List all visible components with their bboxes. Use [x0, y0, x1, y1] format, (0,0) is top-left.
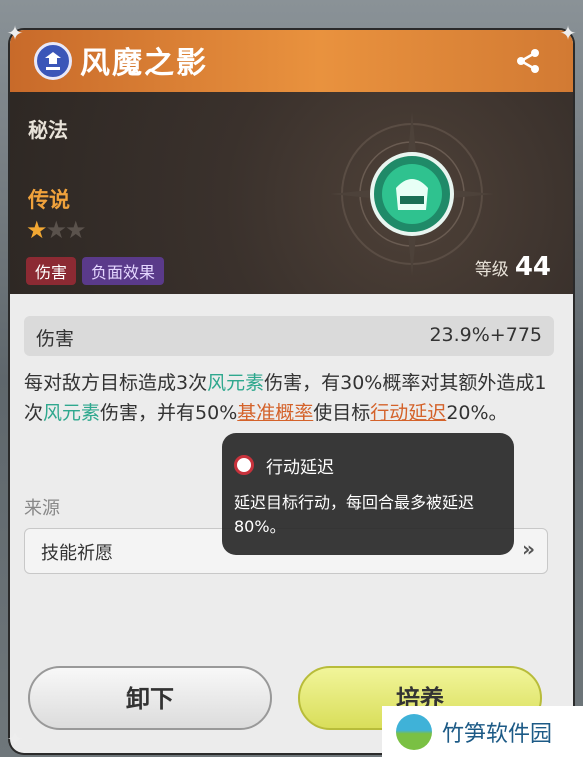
desc-text: 每对敌方目标造成3次: [24, 372, 208, 394]
relic-hero: 秘法 传说 ★★★ 伤害 负面效果 等级 44: [10, 92, 573, 294]
action-delay-icon: [234, 455, 254, 475]
unequip-button[interactable]: 卸下: [28, 666, 272, 730]
stat-row-damage: 伤害 23.9%+775: [24, 316, 554, 356]
desc-text: 伤害，并有50%: [100, 402, 238, 424]
effect-tags: 伤害 负面效果: [26, 257, 170, 285]
rarity-stars: ★★★: [26, 216, 86, 244]
tooltip-body: 延迟目标行动，每回合最多被延迟80%。: [234, 493, 475, 536]
stat-label: 伤害: [36, 328, 75, 350]
relic-compass-art: [330, 112, 494, 276]
arcane-type-icon: [34, 42, 72, 80]
relic-title: 风魔之影: [80, 46, 208, 81]
source-item-label: 技能祈愿: [41, 543, 113, 564]
watermark-logo-icon: [396, 714, 432, 750]
star-empty-icon: ★: [65, 216, 86, 244]
double-chevron-right-icon: »: [522, 537, 535, 561]
keyword-wind: 风元素: [43, 402, 101, 424]
tag-damage: 伤害: [26, 257, 77, 285]
star-filled-icon: ★: [26, 216, 47, 244]
corner-ornament-tl: ✦: [6, 21, 24, 45]
desc-text: 20%。: [446, 402, 508, 424]
level-display: 等级 44: [475, 252, 551, 282]
watermark-text: 竹笋软件园: [442, 722, 553, 747]
corner-ornament-bl: ✦: [6, 727, 24, 751]
relic-description: 每对敌方目标造成3次风元素伤害，有30%概率对其额外造成1次风元素伤害，并有50…: [24, 368, 560, 428]
star-empty-icon: ★: [45, 216, 67, 244]
relic-rarity: 传说: [28, 188, 70, 212]
stat-value: 23.9%+775: [429, 324, 542, 346]
tooltip-title: 行动延迟: [266, 458, 334, 478]
corner-ornament-tr: ✦: [559, 21, 577, 45]
card-header: 风魔之影: [10, 30, 573, 92]
desc-text: 使目标: [313, 402, 371, 424]
keyword-action-delay[interactable]: 行动延迟: [370, 402, 446, 424]
relic-detail-card: 风魔之影 秘法 传说 ★★★ 伤害 负面效果 等级 44 伤害 23.9%+775: [10, 30, 573, 753]
keyword-base-chance[interactable]: 基准概率: [237, 402, 313, 424]
level-label: 等级: [474, 260, 509, 280]
keyword-wind: 风元素: [207, 372, 265, 394]
relic-category: 秘法: [28, 118, 68, 142]
share-icon[interactable]: [511, 44, 545, 78]
keyword-tooltip: 行动延迟 延迟目标行动，每回合最多被延迟80%。: [222, 433, 514, 555]
tag-debuff: 负面效果: [82, 257, 165, 285]
level-value: 44: [514, 252, 551, 282]
watermark: 竹笋软件园: [382, 706, 583, 757]
source-label: 来源: [24, 498, 60, 519]
